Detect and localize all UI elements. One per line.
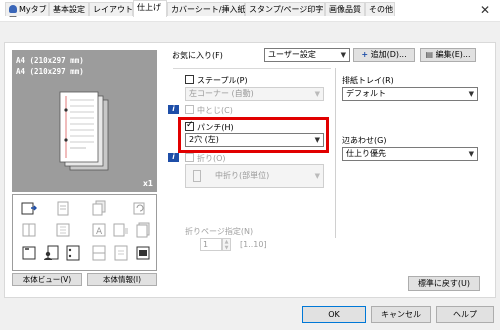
preview-paper-size: A4 (210x297 mm): [16, 56, 84, 65]
column-divider: [335, 68, 336, 238]
stack-icon: [136, 222, 150, 238]
text-page-icon: A: [92, 223, 106, 237]
fold-select[interactable]: 中折り(部単位) ▼: [185, 164, 324, 188]
info-icon[interactable]: i: [168, 105, 179, 114]
punch-doc-icon: [66, 245, 80, 261]
page-icon: [57, 201, 69, 216]
punch-label: パンチ(H): [197, 123, 234, 132]
layout-icon: [113, 223, 128, 237]
section-divider: [173, 68, 331, 69]
print-settings-window: 印刷設定 ✕ Myタブ 基本設定 レイアウト 仕上げ カバーシート/挿入紙 スタ…: [0, 0, 500, 330]
checkmark-icon: ✓: [186, 120, 194, 130]
output-tray-select[interactable]: デフォルト ▼: [342, 87, 478, 101]
fold-checkbox[interactable]: [185, 153, 194, 162]
chevron-down-icon: ▼: [468, 90, 474, 98]
staple-checkbox[interactable]: [185, 75, 194, 84]
print-preview: A4 (210x297 mm) A4 (210x297 mm) x1: [12, 50, 157, 192]
favorites-label: お気に入り(F): [172, 51, 223, 60]
tab-basic[interactable]: 基本設定: [49, 2, 89, 16]
help-button[interactable]: ヘルプ: [436, 306, 494, 323]
center-staple-checkbox[interactable]: [185, 105, 194, 114]
stapled-doc-icon: [22, 246, 36, 260]
punch-select[interactable]: 2穴 (左) ▼: [185, 133, 324, 147]
duplex-icon: [56, 223, 70, 237]
fold-page-input[interactable]: 1: [200, 238, 222, 251]
chevron-down-icon: ▼: [314, 136, 320, 144]
chevron-down-icon: ▼: [314, 172, 320, 180]
chevron-down-icon: ▼: [468, 150, 474, 158]
rotate-icon: [133, 202, 145, 215]
favorites-select[interactable]: ユーザー設定 ▼: [264, 48, 350, 62]
fold-page-range: [1..10]: [240, 240, 267, 249]
printer-info-button[interactable]: 本体情報(I): [87, 273, 157, 286]
tab-cover-sheet[interactable]: カバーシート/挿入紙: [167, 2, 246, 16]
spinner-icon[interactable]: ▲ ▼: [222, 238, 231, 251]
plus-icon: +: [361, 50, 369, 59]
alignment-select[interactable]: 仕上り優先 ▼: [342, 147, 478, 161]
copies-icon: [92, 200, 106, 216]
paper-tray-icon: [21, 202, 37, 215]
alignment-label: 辺あわせ(G): [342, 136, 387, 145]
close-icon[interactable]: ✕: [480, 3, 490, 17]
tab-finishing[interactable]: 仕上げ: [133, 0, 167, 17]
staple-label: ステープル(P): [197, 76, 248, 85]
center-staple-label: 中とじ(C): [197, 106, 233, 115]
finisher-icon: [136, 246, 150, 260]
ok-button[interactable]: OK: [302, 306, 366, 323]
booklet-icon: [22, 223, 36, 237]
info-icon[interactable]: i: [168, 153, 179, 162]
preview-copies: x1: [142, 179, 153, 188]
chevron-down-icon: ▼: [340, 51, 346, 59]
punch-checkbox[interactable]: ✓: [185, 120, 194, 131]
output-doc-icon: [114, 245, 128, 261]
user-doc-icon: [44, 245, 59, 260]
output-tray-label: 排紙トレイ(R): [342, 76, 394, 85]
svg-text:A: A: [96, 227, 103, 237]
fold-page-label: 折りページ指定(N): [185, 227, 254, 236]
tab-other[interactable]: その他: [365, 2, 395, 16]
edit-icon: ▤: [425, 50, 434, 59]
edit-favorite-button[interactable]: ▤ 編集(E)...: [420, 48, 476, 62]
cancel-button[interactable]: キャンセル: [371, 306, 431, 323]
tab-layout[interactable]: レイアウト: [89, 2, 133, 16]
fold-label: 折り(O): [197, 154, 226, 163]
restore-defaults-button[interactable]: 標準に戻す(U): [408, 276, 480, 291]
device-icon-grid: A: [12, 194, 157, 271]
tab-image-quality[interactable]: 画像品質: [325, 2, 365, 16]
printer-view-button[interactable]: 本体ビュー(V): [12, 273, 82, 286]
tab-mytab[interactable]: Myタブ: [5, 2, 49, 16]
fold-doc-icon: [193, 169, 201, 182]
punched-page-icon: [59, 91, 109, 171]
add-favorite-button[interactable]: + 追加(D)...: [353, 48, 415, 62]
staple-select[interactable]: 左コーナー (自動) ▼: [185, 87, 324, 101]
preview-output-size: A4 (210x297 mm): [16, 67, 84, 76]
person-icon: [9, 5, 17, 13]
chevron-down-icon: ▼: [314, 90, 320, 98]
tab-stamp[interactable]: スタンプ/ページ印字: [245, 2, 325, 16]
fold-doc-icon: [92, 245, 106, 261]
